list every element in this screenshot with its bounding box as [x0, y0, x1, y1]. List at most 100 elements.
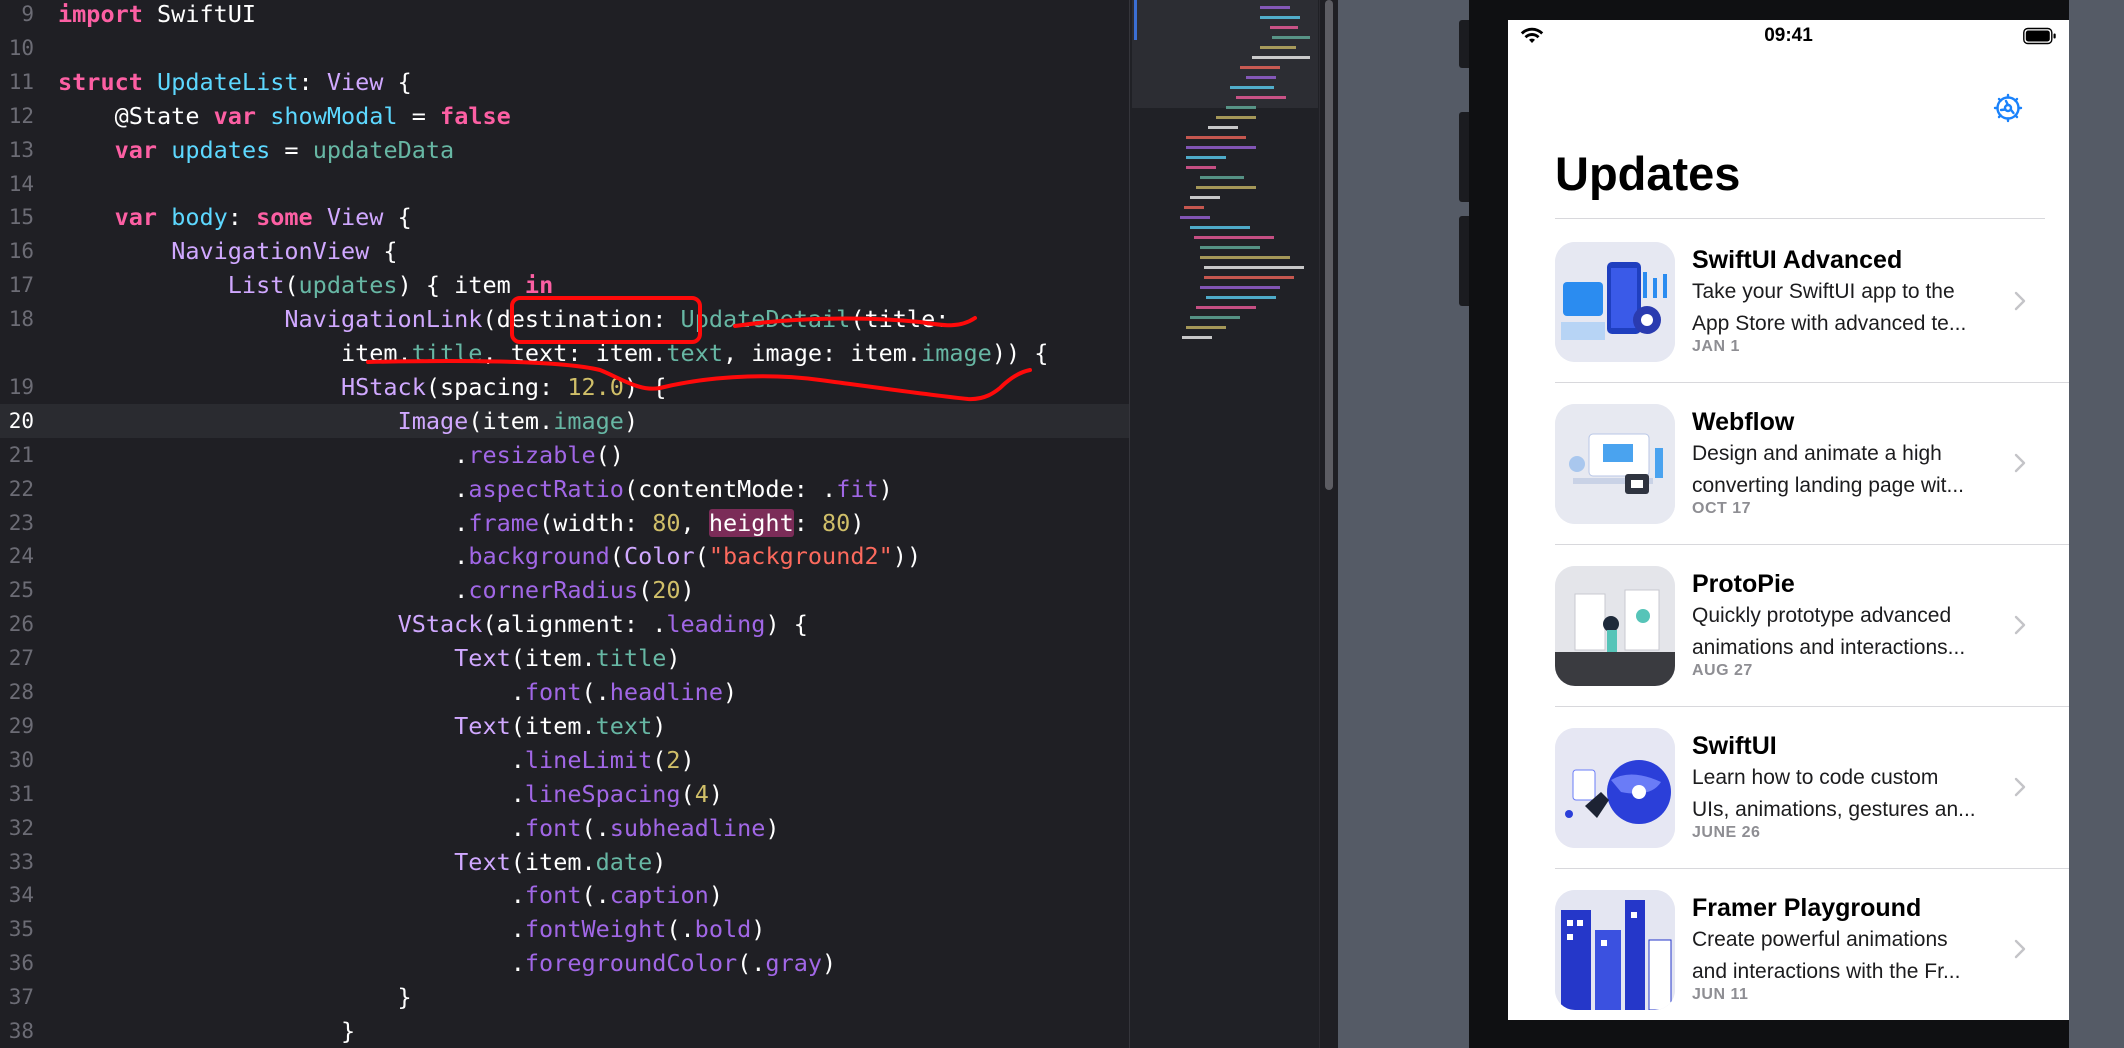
code-line[interactable]: 36 .foregroundColor(.gray) — [0, 946, 1129, 980]
code-token: height — [708, 508, 794, 537]
update-title: ProtoPie — [1692, 570, 1795, 598]
code-token: (item. — [510, 644, 596, 673]
update-date: JUN 11 — [1692, 986, 1749, 1003]
update-title: Framer Playground — [1692, 894, 1922, 922]
minimap-line — [1200, 176, 1244, 179]
code-token: foregroundColor — [524, 949, 738, 978]
preview-screen: 09:41 Updates SwiftUI Advanced Take your … — [1508, 20, 2069, 1020]
line-number: 16 — [8, 239, 34, 264]
code-token: caption — [609, 881, 709, 910]
code-line[interactable]: item.title, text: item.text, image: item… — [0, 336, 1129, 370]
code-line[interactable]: 24 .background(Color("background2")) — [0, 539, 1129, 573]
code-token: bold — [694, 915, 752, 944]
code-line[interactable]: 19 HStack(spacing: 12.0) { — [0, 370, 1129, 404]
code-token: ( — [694, 542, 709, 571]
code-line[interactable]: 9 import SwiftUI — [0, 0, 1129, 31]
code-line[interactable]: 18 NavigationLink(destination: UpdateDet… — [0, 302, 1129, 336]
code-text: @State var showModal = false — [58, 99, 511, 133]
code-token: ) — [765, 813, 780, 842]
code-token: ( — [638, 576, 653, 605]
code-token: text — [666, 339, 723, 367]
code-line[interactable]: 37 } — [0, 980, 1129, 1014]
line-number: 28 — [8, 680, 34, 704]
code-token: 4 — [694, 779, 709, 808]
code-token: ) { — [623, 372, 667, 401]
code-line[interactable]: 22 .aspectRatio(contentMode: .fit) — [0, 472, 1129, 506]
code-line[interactable]: 10 — [0, 31, 1129, 65]
code-token: item. — [58, 339, 412, 367]
code-line[interactable]: 23 .frame(width: 80, height: 80) — [0, 506, 1129, 540]
code-line[interactable]: 16 NavigationView { — [0, 234, 1129, 268]
code-token: Image — [397, 406, 469, 435]
code-text: } — [58, 1014, 355, 1048]
update-text: Learn how to code custom UIs, animations,… — [1692, 762, 2002, 826]
code-line[interactable]: 32 .font(.subheadline) — [0, 811, 1129, 845]
code-editor[interactable]: 9 import SwiftUI 10 11 struct UpdateList: Vi… — [0, 0, 1129, 1048]
code-token: HStack — [340, 372, 426, 401]
line-number: 25 — [8, 578, 34, 603]
update-thumbnail — [1555, 566, 1675, 686]
code-token: ( — [482, 305, 497, 334]
editor-scrollbar[interactable] — [1319, 0, 1338, 1048]
code-line[interactable]: 35 .fontWeight(.bold) — [0, 912, 1129, 946]
update-row[interactable]: Webflow Design and animate a high converti… — [1508, 404, 2069, 566]
line-number: 20 — [8, 408, 34, 433]
code-line[interactable]: 20 Image(item.image) — [0, 403, 1129, 438]
chevron-right-icon — [2014, 777, 2026, 797]
update-row[interactable]: ProtoPie Quickly prototype advanced animat… — [1508, 566, 2069, 728]
line-number: 17 — [8, 273, 34, 298]
code-line[interactable]: 21 .resizable() — [0, 438, 1129, 472]
code-line[interactable]: 17 List(updates) { item in — [0, 268, 1129, 302]
code-token: ) — [708, 779, 723, 808]
code-line[interactable]: 38 } — [0, 1014, 1129, 1048]
code-line[interactable]: 34 .font(.caption) — [0, 878, 1129, 912]
update-row[interactable]: SwiftUI Learn how to code custom UIs, anim… — [1508, 728, 2069, 890]
code-line[interactable]: 27 Text(item.title) — [0, 641, 1129, 675]
code-line[interactable]: 30 .lineLimit(2) — [0, 743, 1129, 777]
line-number: 29 — [8, 713, 34, 738]
update-date: AUG 27 — [1692, 662, 1753, 679]
code-token: image — [553, 406, 624, 435]
update-thumbnail — [1555, 890, 1675, 1010]
code-token: View — [326, 67, 384, 96]
code-line[interactable]: 28 .font(.headline) — [0, 675, 1129, 709]
code-text: .foregroundColor(.gray) — [58, 946, 836, 980]
code-token: SwiftUI — [142, 0, 257, 28]
code-token: ) — [680, 745, 695, 774]
page-title: Updates — [1555, 147, 1741, 200]
code-text: NavigationLink(destination: UpdateDetail… — [58, 302, 949, 336]
code-line[interactable]: 13 var updates = updateData — [0, 133, 1129, 167]
minimap-line — [1194, 236, 1274, 239]
scrollbar-thumb[interactable] — [1325, 0, 1333, 490]
code-token: . — [58, 813, 525, 842]
code-line[interactable]: 29 Text(item.text) — [0, 709, 1129, 743]
code-line[interactable]: 26 VStack(alignment: .leading) { — [0, 607, 1129, 641]
line-number: 35 — [8, 917, 34, 942]
update-text-line: Quickly prototype advanced — [1692, 604, 1952, 627]
code-line[interactable]: 11 struct UpdateList: View { — [0, 65, 1129, 99]
code-token: updates — [298, 271, 398, 300]
update-row[interactable]: Framer Playground Create powerful animati… — [1508, 890, 2069, 1020]
code-line[interactable]: 33 Text(item.date) — [0, 845, 1129, 879]
code-token: ) — [822, 949, 837, 978]
minimap-line — [1186, 156, 1226, 159]
gear-icon[interactable] — [1992, 92, 2024, 124]
minimap[interactable] — [1129, 0, 1320, 1048]
chevron-right-icon — [2014, 291, 2026, 311]
code-line[interactable]: 12 @State var showModal = false — [0, 99, 1129, 133]
line-number: 31 — [8, 781, 34, 806]
code-line[interactable]: 31 .lineSpacing(4) — [0, 777, 1129, 811]
device-volume-up — [1459, 112, 1469, 202]
code-token: . — [58, 949, 525, 978]
code-line[interactable]: 25 .cornerRadius(20) — [0, 573, 1129, 607]
update-row[interactable]: SwiftUI Advanced Take your SwiftUI app to… — [1508, 242, 2069, 404]
code-token: () — [595, 440, 624, 469]
code-line[interactable]: 15 var body: some View { — [0, 200, 1129, 234]
row-divider — [1555, 868, 2069, 869]
code-line[interactable]: 14 — [0, 167, 1129, 201]
code-token: , — [680, 508, 709, 537]
